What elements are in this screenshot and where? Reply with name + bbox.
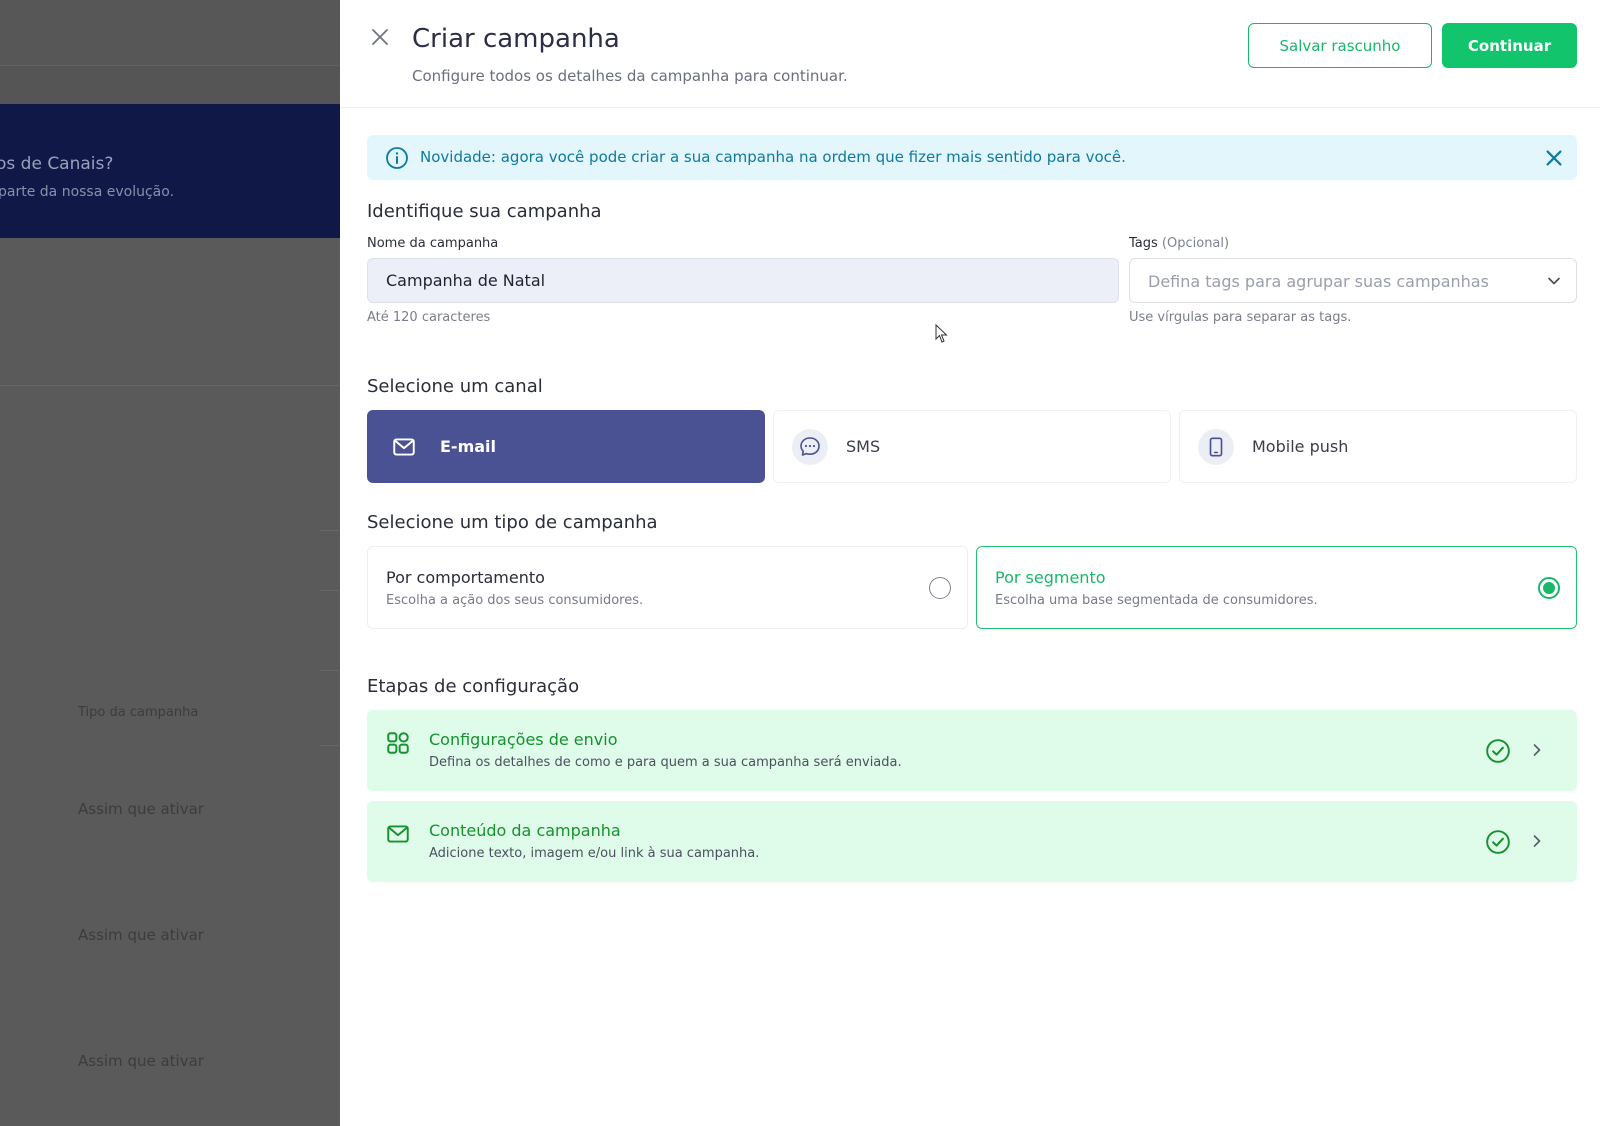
tags-hint: Use vírgulas para separar as tags.: [1129, 310, 1352, 325]
background-page: os de Canais? parte da nossa evolução. T…: [0, 0, 340, 1126]
channel-option-email[interactable]: E-mail: [367, 410, 765, 483]
close-icon[interactable]: [368, 25, 392, 49]
chevron-right-icon: [1533, 744, 1541, 756]
step-title: Configurações de envio: [429, 730, 618, 749]
background-divider: [320, 530, 340, 531]
tags-field-label: Tags (Opcional): [1129, 236, 1229, 251]
mail-icon: [387, 825, 409, 843]
info-icon: [386, 147, 408, 169]
save-draft-button[interactable]: Salvar rascunho: [1248, 23, 1432, 68]
channel-option-mobile-push[interactable]: Mobile push: [1179, 410, 1577, 483]
steps-section-title: Etapas de configuração: [367, 676, 580, 697]
background-row-label: Assim que ativar: [78, 926, 204, 944]
smartphone-icon: [1209, 437, 1223, 457]
notice-text: Novidade: agora você pode criar a sua ca…: [420, 148, 1126, 166]
drawer-header: Criar campanha Configure todos os detalh…: [340, 0, 1600, 108]
tags-placeholder: Defina tags para agrupar suas campanhas: [1148, 272, 1489, 291]
campaign-type-description: Escolha uma base segmentada de consumido…: [995, 593, 1318, 608]
background-banner-subtitle: parte da nossa evolução.: [0, 184, 175, 200]
background-divider: [320, 670, 340, 671]
tags-optional-text: (Opcional): [1161, 236, 1230, 251]
background-row-label: Tipo da campanha: [78, 705, 199, 720]
channel-section-title: Selecione um canal: [367, 376, 543, 397]
campaign-type-behavior[interactable]: Por comportamento Escolha a ação dos seu…: [367, 546, 968, 629]
mail-icon: [393, 438, 415, 456]
background-topbar: [0, 0, 340, 66]
channel-label: Mobile push: [1252, 437, 1349, 456]
chevron-right-icon: [1533, 835, 1541, 847]
campaign-type-description: Escolha a ação dos seus consumidores.: [386, 593, 644, 608]
check-circle-icon: [1486, 739, 1510, 763]
step-description: Defina os detalhes de como e para quem a…: [429, 755, 902, 770]
background-divider: [320, 745, 340, 746]
campaign-type-section-title: Selecione um tipo de campanha: [367, 512, 658, 533]
channel-icon-wrap: [1198, 429, 1234, 465]
channel-option-sms[interactable]: SMS: [773, 410, 1171, 483]
background-row-label: Assim que ativar: [78, 800, 204, 818]
step-description: Adicione texto, imagem e/ou link à sua c…: [429, 846, 760, 861]
background-divider: [320, 590, 340, 591]
background-banner: os de Canais? parte da nossa evolução.: [0, 104, 340, 238]
background-strip: [0, 66, 340, 104]
continue-button[interactable]: Continuar: [1442, 23, 1577, 68]
page-title: Criar campanha: [412, 24, 620, 54]
campaign-name-input[interactable]: [367, 258, 1119, 303]
tags-select[interactable]: Defina tags para agrupar suas campanhas: [1129, 258, 1577, 303]
channel-label: SMS: [846, 437, 881, 456]
background-row-label: Assim que ativar: [78, 1052, 204, 1070]
step-campaign-content[interactable]: Conteúdo da campanha Adicione texto, ima…: [367, 801, 1577, 882]
campaign-type-title: Por segmento: [995, 568, 1106, 587]
step-title: Conteúdo da campanha: [429, 821, 621, 840]
radio-button-selected[interactable]: [1538, 577, 1560, 599]
step-send-settings[interactable]: Configurações de envio Defina os detalhe…: [367, 710, 1577, 791]
name-hint: Até 120 caracteres: [367, 310, 491, 325]
chat-icon: [800, 437, 820, 456]
tags-label-text: Tags: [1129, 236, 1158, 251]
page-subtitle: Configure todos os detalhes da campanha …: [412, 67, 848, 85]
radio-button[interactable]: [929, 577, 951, 599]
name-field-label: Nome da campanha: [367, 236, 499, 251]
campaign-type-title: Por comportamento: [386, 568, 545, 587]
chevron-down-icon: [1548, 277, 1560, 285]
background-divider: [0, 385, 340, 386]
campaign-type-segment[interactable]: Por segmento Escolha uma base segmentada…: [976, 546, 1577, 629]
channel-label: E-mail: [440, 437, 497, 456]
background-banner-title: os de Canais?: [0, 154, 114, 174]
mouse-cursor-icon: [935, 324, 948, 343]
create-campaign-drawer: Criar campanha Configure todos os detalh…: [340, 0, 1600, 1126]
channel-icon-wrap: [386, 429, 422, 465]
grid-icon: [387, 732, 409, 754]
close-icon[interactable]: [1543, 147, 1565, 169]
channel-icon-wrap: [792, 429, 828, 465]
notice-banner: Novidade: agora você pode criar a sua ca…: [367, 135, 1577, 180]
identify-section-title: Identifique sua campanha: [367, 201, 602, 222]
check-circle-icon: [1486, 830, 1510, 854]
